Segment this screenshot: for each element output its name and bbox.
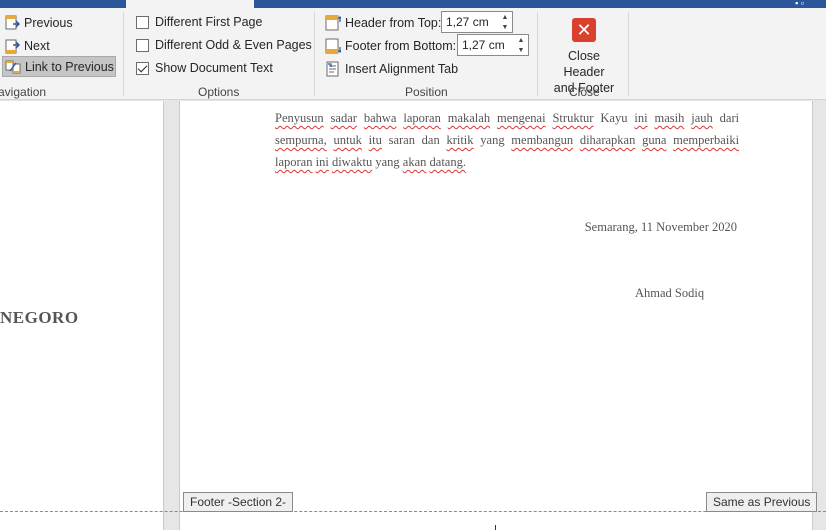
text-cursor: [495, 525, 496, 530]
close-line1: Close Header: [563, 49, 605, 79]
paragraph-word: dan: [421, 133, 440, 147]
footer-from-bottom-spinner[interactable]: 1,27 cm ▲ ▼: [457, 34, 529, 56]
show-document-text-label: Show Document Text: [155, 61, 273, 75]
paragraph-word: bahwa: [363, 111, 397, 125]
title-bar: ▪ ▫: [0, 0, 826, 8]
footer-from-bottom-label: Footer from Bottom:: [345, 38, 457, 53]
document-area[interactable]: NEGORO Penyusun sadar bahwa laporan maka…: [0, 101, 826, 530]
paragraph-word: saran: [388, 133, 415, 147]
right-page[interactable]: Penyusun sadar bahwa laporan makalah men…: [179, 101, 813, 530]
ribbon: Previous Next Link to Previous avigation…: [0, 8, 826, 100]
paragraph-word: yang: [480, 133, 505, 147]
left-page[interactable]: NEGORO: [0, 101, 164, 530]
close-header-footer-button[interactable]: ✕ Close Header and Footer: [546, 16, 622, 96]
link-to-previous-button[interactable]: Link to Previous: [2, 56, 116, 77]
different-first-page-box[interactable]: [136, 15, 149, 29]
link-to-previous-label: Link to Previous: [25, 59, 114, 74]
previous-label: Previous: [24, 15, 73, 30]
previous-section-icon: [4, 15, 20, 31]
paragraph-word: guna: [642, 133, 667, 147]
footer-from-bottom-value[interactable]: 1,27 cm: [458, 38, 514, 52]
navigation-group-label: avigation: [0, 85, 47, 99]
paragraph-word: makalah: [447, 111, 491, 125]
paragraph-word: sadar: [330, 111, 357, 125]
paragraph-word: ini: [634, 111, 648, 125]
paragraph-word: akan: [402, 155, 427, 169]
different-odd-even-box[interactable]: [136, 38, 149, 52]
paragraph-word: ini: [315, 155, 329, 169]
link-to-previous-icon: [5, 59, 21, 75]
header-from-top-label-row: Header from Top:: [325, 12, 441, 33]
body-paragraph[interactable]: Penyusun sadar bahwa laporan makalah men…: [275, 107, 739, 173]
position-group-label: Position: [405, 85, 448, 99]
footer-boundary-line: [0, 511, 826, 512]
insert-alignment-tab-label: Insert Alignment Tab: [345, 61, 459, 76]
next-button[interactable]: Next: [4, 35, 50, 56]
active-ribbon-tab[interactable]: [126, 0, 254, 8]
paragraph-word: memperbaiki: [673, 133, 740, 147]
next-section-icon: [4, 38, 20, 54]
paragraph-word: kritik: [446, 133, 474, 147]
date-line[interactable]: Semarang, 11 November 2020: [585, 220, 737, 235]
paragraph-word: diharapkan: [579, 133, 636, 147]
alignment-tab-icon: [325, 61, 341, 77]
paragraph-word: datang.: [429, 155, 466, 169]
close-group-label: Close: [569, 85, 600, 99]
paragraph-word: masih: [654, 111, 685, 125]
show-document-text-checkbox[interactable]: Show Document Text: [136, 61, 273, 75]
group-separator: [123, 12, 124, 96]
spin-down-icon[interactable]: ▼: [518, 47, 525, 54]
different-odd-even-label: Different Odd & Even Pages: [155, 38, 312, 52]
paragraph-word: Struktur: [552, 111, 594, 125]
show-document-text-box[interactable]: [136, 61, 149, 75]
header-spinner-arrows[interactable]: ▲ ▼: [498, 12, 512, 32]
previous-button[interactable]: Previous: [4, 12, 73, 33]
footer-section-tag: Footer -Section 2-: [183, 492, 294, 512]
paragraph-word: laporan: [403, 111, 441, 125]
footer-position-icon: [325, 38, 342, 54]
header-from-top-value[interactable]: 1,27 cm: [442, 15, 498, 29]
paragraph-word: Penyusun: [275, 111, 324, 125]
same-as-previous-tag: Same as Previous: [706, 492, 818, 512]
header-position-icon: [325, 15, 342, 31]
header-from-top-spinner[interactable]: 1,27 cm ▲ ▼: [441, 11, 513, 33]
paragraph-word: dari: [719, 111, 740, 125]
close-icon: ✕: [572, 18, 596, 42]
different-first-page-label: Different First Page: [155, 15, 263, 29]
group-separator: [314, 12, 315, 96]
paragraph-word: yang: [375, 155, 400, 169]
paragraph-word: membangun: [511, 133, 574, 147]
footer-from-bottom-label-row: Footer from Bottom:: [325, 35, 456, 56]
left-page-heading-fragment: NEGORO: [0, 308, 79, 327]
spin-up-icon[interactable]: ▲: [502, 14, 509, 21]
paragraph-word: sempurna,: [275, 133, 327, 147]
insert-alignment-tab-button[interactable]: Insert Alignment Tab: [325, 58, 458, 79]
paragraph-word: untuk: [333, 133, 362, 147]
header-from-top-label: Header from Top:: [345, 15, 442, 30]
next-label: Next: [24, 38, 50, 53]
options-group-label: Options: [198, 85, 240, 99]
paragraph-word: itu: [368, 133, 382, 147]
group-separator: [628, 12, 629, 96]
group-separator: [537, 12, 538, 96]
different-odd-even-checkbox[interactable]: Different Odd & Even Pages: [136, 38, 312, 52]
window-controls-fragment: ▪ ▫: [795, 0, 804, 8]
footer-spinner-arrows[interactable]: ▲ ▼: [514, 35, 528, 55]
spin-up-icon[interactable]: ▲: [518, 37, 525, 44]
paragraph-word: mengenai: [496, 111, 546, 125]
paragraph-word: Kayu: [600, 111, 628, 125]
paragraph-word: laporan: [275, 155, 313, 169]
author-name[interactable]: Ahmad Sodiq: [635, 286, 704, 301]
paragraph-word: diwaktu: [331, 155, 373, 169]
spin-down-icon[interactable]: ▼: [502, 24, 509, 31]
different-first-page-checkbox[interactable]: Different First Page: [136, 15, 262, 29]
paragraph-word: jauh: [691, 111, 713, 125]
